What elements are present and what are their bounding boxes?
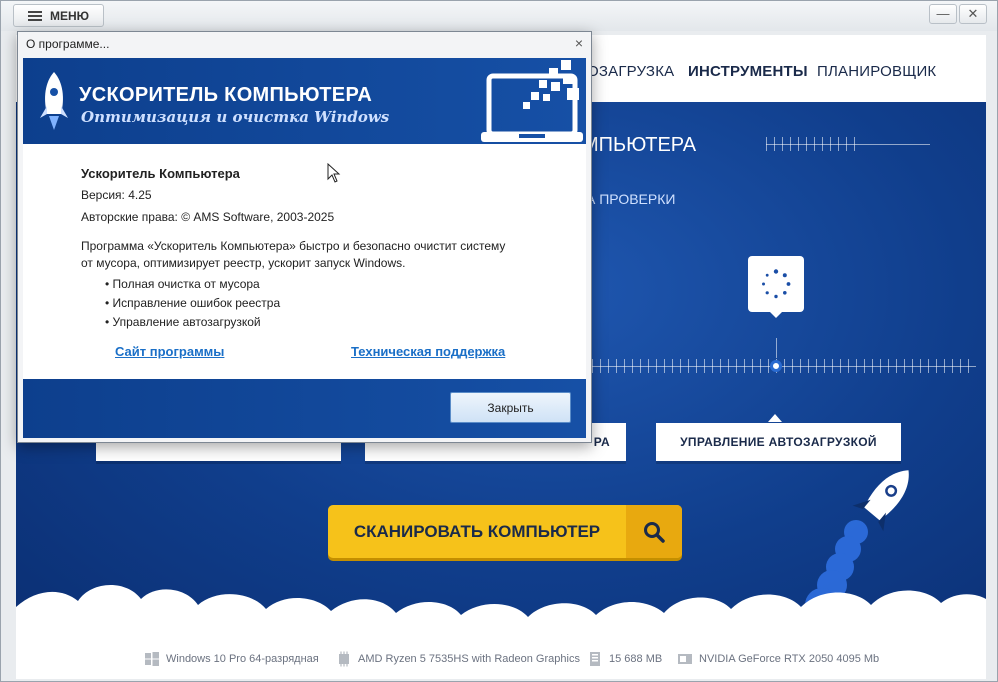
laptop-icon xyxy=(481,60,583,142)
timeline-connector xyxy=(776,338,777,358)
menu-label: МЕНЮ xyxy=(50,8,90,23)
tab-card-startup-label: УПРАВЛЕНИЕ АВТОЗАГРУЗКОЙ xyxy=(680,435,877,449)
cpu-label: AMD Ryzen 5 7535HS with Radeon Graphics xyxy=(358,653,580,665)
product-name: Ускоритель Компьютера xyxy=(81,166,240,181)
nav-scheduler[interactable]: ПЛАНИРОВЩИК xyxy=(817,63,936,80)
scan-computer-button[interactable]: СКАНИРОВАТЬ КОМПЬЮТЕР xyxy=(328,505,682,558)
gpu-label: NVIDIA GeForce RTX 2050 4095 Mb xyxy=(699,653,880,665)
cpu-info: AMD Ryzen 5 7535HS with Radeon Graphics xyxy=(336,651,580,667)
nav-tools[interactable]: ИНСТРУМЕНТЫ xyxy=(688,63,808,80)
windows-icon xyxy=(145,652,159,666)
status-bubble xyxy=(748,256,804,318)
hamburger-icon xyxy=(28,10,42,21)
brand-name: УСКОРИТЕЛЬ КОМПЬЮТЕРА xyxy=(79,84,373,106)
clouds-decoration xyxy=(16,584,986,639)
menu-button[interactable]: МЕНЮ xyxy=(13,4,104,27)
feature-item: • Исправление ошибок реестра xyxy=(105,296,281,310)
active-tab-arrow xyxy=(768,414,782,422)
about-dialog: О программе... × УСКОРИТЕЛЬ КОМПЬЮТЕРА О… xyxy=(17,31,592,443)
rocket-logo-icon xyxy=(40,72,68,130)
memory-icon xyxy=(590,652,600,666)
feature-item: • Управление автозагрузкой xyxy=(105,315,261,329)
brand-tagline: Оптимизация и очистка Windows xyxy=(81,108,390,126)
main-subheading: А ПРОВЕРКИ xyxy=(586,191,676,207)
dialog-close-button[interactable]: × xyxy=(575,35,583,51)
timeline-marker xyxy=(770,360,782,372)
ram-label: 15 688 MB xyxy=(609,653,663,665)
feature-item: • Полная очистка от мусора xyxy=(105,277,260,291)
dialog-ok-close-button[interactable]: Закрыть xyxy=(450,392,571,423)
gpu-info: NVIDIA GeForce RTX 2050 4095 Mb xyxy=(677,651,879,667)
mouse-cursor-icon xyxy=(327,163,341,183)
copyright-text: Авторские права: © AMS Software, 2003-20… xyxy=(81,210,335,224)
scan-button-label: СКАНИРОВАТЬ КОМПЬЮТЕР xyxy=(353,521,601,541)
loading-icon xyxy=(762,269,791,299)
ram-info: 15 688 MB xyxy=(587,651,662,667)
description-line-1: Программа «Ускоритель Компьютера» быстро… xyxy=(81,239,506,253)
nav-startup[interactable]: ОЗАГРУЗКА xyxy=(587,63,674,80)
main-heading: МПЬЮТЕРА xyxy=(582,134,697,156)
description-line-2: от мусора, оптимизирует реестр, ускорит … xyxy=(81,256,406,270)
cpu-icon xyxy=(339,651,349,667)
tab-card-registry-label: РА xyxy=(593,435,610,449)
gpu-icon xyxy=(678,654,692,664)
dialog-titlebar: О программе... × xyxy=(18,32,591,56)
version-text: Версия: 4.25 xyxy=(81,188,152,202)
dialog-content: Ускоритель Компьютера Версия: 4.25 Автор… xyxy=(23,144,586,379)
window-titlebar: МЕНЮ — ✕ xyxy=(1,1,997,31)
system-info-bar: Windows 10 Pro 64-разрядная AMD Ryzen 5 … xyxy=(16,639,986,679)
window-close-button[interactable]: ✕ xyxy=(959,4,987,24)
os-info: Windows 10 Pro 64-разрядная xyxy=(144,651,319,667)
support-link[interactable]: Техническая поддержка xyxy=(351,344,505,359)
search-icon xyxy=(626,505,682,558)
heading-ruler xyxy=(766,137,856,151)
os-label: Windows 10 Pro 64-разрядная xyxy=(166,653,319,665)
minimize-button[interactable]: — xyxy=(929,4,957,24)
dialog-title: О программе... xyxy=(26,37,110,51)
website-link[interactable]: Сайт программы xyxy=(115,344,224,359)
tab-card-startup[interactable]: УПРАВЛЕНИЕ АВТОЗАГРУЗКОЙ xyxy=(656,423,901,461)
dialog-header: УСКОРИТЕЛЬ КОМПЬЮТЕРА Оптимизация и очис… xyxy=(23,58,586,144)
